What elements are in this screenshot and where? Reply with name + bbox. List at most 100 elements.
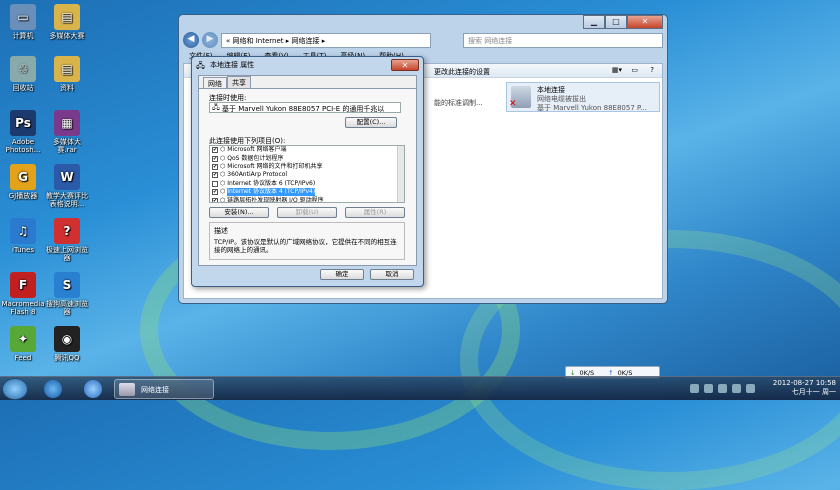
desktop-icon[interactable]: ▭ 计算机 <box>0 4 46 40</box>
app-icon: Ps <box>10 110 36 136</box>
network-window-icon <box>119 383 135 396</box>
tray-icon[interactable] <box>704 384 713 393</box>
taskbar-item-network[interactable]: 网络连接 <box>114 379 214 399</box>
back-button[interactable]: ◀ <box>183 32 199 48</box>
item-checkbox[interactable]: ✔ <box>212 172 218 179</box>
cancel-button[interactable]: 取消 <box>370 269 414 280</box>
desktop-icon[interactable]: ▦ 多媒体大赛.rar <box>44 110 90 154</box>
protocol-icon: ⬡ <box>220 162 226 170</box>
desktop-icon[interactable]: ? 极速上网浏览器 <box>44 218 90 262</box>
desktop-icon-label: 回收站 <box>12 84 34 92</box>
folder-icon: ▤ <box>54 4 80 30</box>
install-button[interactable]: 安装(N)... <box>209 207 269 218</box>
adapter-icon: 🖧 <box>212 103 220 111</box>
tray-icon[interactable] <box>690 384 699 393</box>
penguin-icon: ◉ <box>54 326 80 352</box>
desktop-icon[interactable]: G GJ播放器 <box>0 164 46 200</box>
desktop-icon[interactable]: F Macromedia Flash 8 <box>0 272 46 316</box>
desktop-icon[interactable]: ▤ 多媒体大赛 <box>44 4 90 40</box>
ok-button[interactable]: 确定 <box>320 269 364 280</box>
desktop-icon[interactable]: ✦ Feed <box>0 326 46 362</box>
view-options-icon[interactable]: ▦▾ <box>612 66 622 74</box>
itunes-icon[interactable] <box>84 380 102 398</box>
app-icon: G <box>10 164 36 190</box>
configure-button[interactable]: 配置(C)... <box>345 117 397 128</box>
taskbar-item-label: 网络连接 <box>141 386 169 394</box>
desktop-icon[interactable]: ◉ 腾讯QQ <box>44 326 90 362</box>
rar-icon: ▦ <box>54 110 80 136</box>
protocol-icon: ⬡ <box>220 146 226 154</box>
connection-device: 基于 Marvell Yukon 88E8057 P... <box>537 104 647 112</box>
items-scrollbar[interactable] <box>397 146 404 202</box>
clock-date: 2012-08-27 <box>772 379 814 387</box>
taskbar: 网络连接 2012-08-27 10:58 七月十一 周一 <box>0 376 840 400</box>
connection-item[interactable]: ✕ 本地连接 网络电缆被拔出 基于 Marvell Yukon 88E8057 … <box>506 82 660 112</box>
list-item[interactable]: ✔ ⬡ Internet 协议版本 4 (TCP/IPv4) <box>210 188 404 197</box>
desktop-icon-label: Macromedia Flash 8 <box>1 300 45 316</box>
clock-weekday: 七月十一 周一 <box>791 388 836 396</box>
desktop-icon[interactable]: Ps Adobe Photosh... <box>0 110 46 154</box>
item-checkbox[interactable]: ✔ <box>212 163 218 170</box>
properties-dialog[interactable]: 🖧 本地连接 属性 ✕ 网络 共享 连接时使用: 🖧 基于 Marvell Yu… <box>191 56 424 287</box>
sogou-browser-icon[interactable] <box>44 380 62 398</box>
properties-button[interactable]: 属性(R) <box>345 207 405 218</box>
close-button[interactable]: ✕ <box>627 15 663 29</box>
dialog-close-button[interactable]: ✕ <box>391 59 419 71</box>
desktop-icon-label: GJ播放器 <box>8 192 38 200</box>
app-icon: F <box>10 272 36 298</box>
item-checkbox[interactable] <box>212 180 218 187</box>
start-button[interactable] <box>2 378 28 400</box>
clock[interactable]: 2012-08-27 10:58 七月十一 周一 <box>773 379 836 397</box>
protocol-icon: ⬡ <box>220 179 226 187</box>
desktop-icon-label: Adobe Photosh... <box>5 138 41 154</box>
list-item[interactable]: ⬡ Internet 协议版本 6 (TCP/IPv6) <box>210 180 404 188</box>
item-label: Internet 协议版本 6 (TCP/IPv6) <box>227 179 316 187</box>
desktop-icon[interactable]: S 搜狗高速浏览器 <box>44 272 90 316</box>
search-input[interactable]: 搜索 网络连接 <box>463 32 663 48</box>
desktop-icon-label: 多媒体大赛.rar <box>53 138 81 154</box>
desktop-icon-label: Feed <box>14 354 32 362</box>
list-item[interactable]: ✔ ⬡ 360AntiArp Protocol <box>210 171 404 179</box>
item-label: 链路层拓扑发现映射器 I/O 驱动程序 <box>227 196 324 203</box>
change-settings-command[interactable]: 更改此连接的设置 <box>434 67 490 77</box>
app-icon: ? <box>54 218 80 244</box>
desktop-icon[interactable]: ♫ iTunes <box>0 218 46 254</box>
window-controls: ▁ □ ✕ <box>583 15 663 29</box>
desktop-icon-label: 计算机 <box>12 32 34 40</box>
desktop-icon[interactable]: ♲ 回收站 <box>0 56 46 92</box>
uninstall-button[interactable]: 卸载(U) <box>277 207 337 218</box>
tray-icon[interactable] <box>732 384 741 393</box>
network-icon: 🖧 <box>196 61 205 70</box>
item-checkbox[interactable]: ✔ <box>212 197 218 202</box>
maximize-button[interactable]: □ <box>605 15 627 29</box>
bird-icon: ✦ <box>10 326 36 352</box>
address-bar[interactable]: « 网络和 Internet ▸ 网络连接 ▸ <box>221 32 431 48</box>
desktop-icon[interactable]: ▤ 资料 <box>44 56 90 92</box>
item-checkbox[interactable]: ✔ <box>212 147 218 154</box>
forward-button[interactable]: ▶ <box>202 32 218 48</box>
minimize-button[interactable]: ▁ <box>583 15 605 29</box>
items-list[interactable]: ✔ ⬡ Microsoft 网络客户端 ✔ ⬡ QoS 数据包计划程序 ✔ ⬡ Microsof… <box>209 145 405 203</box>
computer-icon: ▭ <box>10 4 36 30</box>
item-checkbox[interactable]: ✔ <box>212 155 218 162</box>
desktop-icon-label: 极速上网浏览器 <box>46 246 88 262</box>
help-icon[interactable]: ? <box>650 66 654 74</box>
protocol-icon: ⬡ <box>220 154 226 162</box>
description-text: TCP/IP。该协议是默认的广域网络协议，它提供在不同的相互连接的网络上的通讯。 <box>214 238 397 254</box>
app-icon: ♫ <box>10 218 36 244</box>
dialog-body: 网络 共享 连接时使用: 🖧 基于 Marvell Yukon 88E8057 … <box>198 75 417 266</box>
description-group: 描述 TCP/IP。该协议是默认的广域网络协议，它提供在不同的相互连接的网络上的… <box>209 222 405 260</box>
desktop-icon[interactable]: W 教学大赛评比表格说明... <box>44 164 90 208</box>
list-item[interactable]: ✔ ⬡ QoS 数据包计划程序 <box>210 154 404 162</box>
volume-icon[interactable] <box>746 384 755 393</box>
adapter-name: 基于 Marvell Yukon 88E8057 PCI-E 的通用千兆以 <box>222 105 385 113</box>
tray-icon[interactable] <box>718 384 727 393</box>
preview-pane-icon[interactable]: ▭ <box>631 66 638 74</box>
address-bar-row: ◀ ▶ « 网络和 Internet ▸ 网络连接 ▸ 搜索 网络连接 <box>183 31 663 49</box>
list-item[interactable]: ✔ ⬡ Microsoft 网络的文件和打印机共享 <box>210 163 404 171</box>
item-checkbox[interactable]: ✔ <box>212 189 218 196</box>
item-label: Microsoft 网络客户端 <box>227 146 287 154</box>
list-item[interactable]: ✔ ⬡ Microsoft 网络客户端 <box>210 146 404 154</box>
list-item[interactable]: ✔ ⬡ 链路层拓扑发现映射器 I/O 驱动程序 <box>210 196 404 203</box>
desktop-icon-label: 资料 <box>60 84 74 92</box>
